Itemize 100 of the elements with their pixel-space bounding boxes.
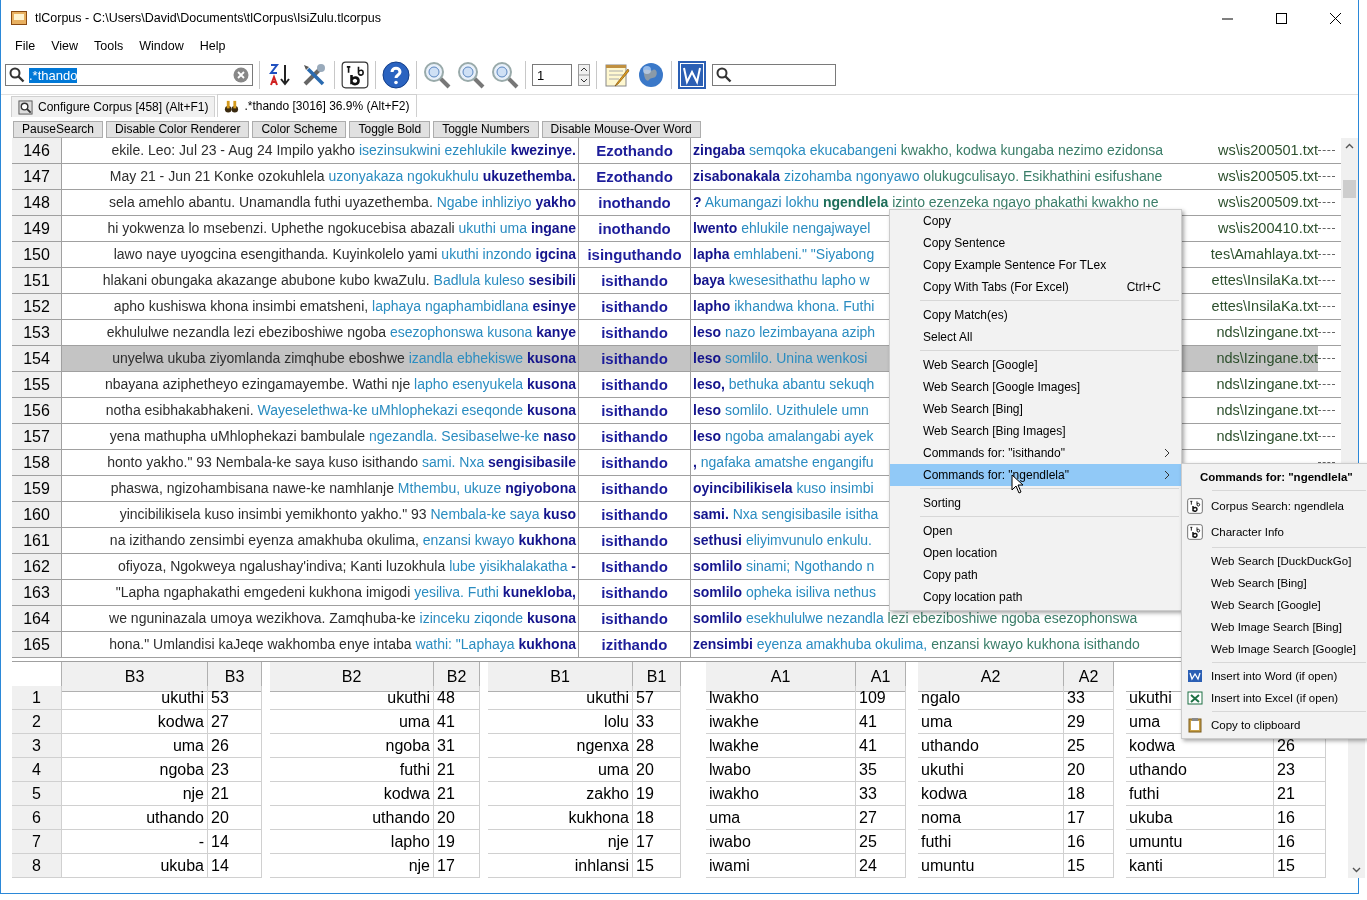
abc-icon xyxy=(1187,524,1203,540)
toolbar-button[interactable]: Toggle Numbers xyxy=(433,121,539,138)
word-icon xyxy=(1187,668,1203,684)
search-field[interactable]: .*thando xyxy=(5,64,253,86)
menu-item[interactable]: File xyxy=(7,39,44,53)
tab[interactable]: Configure Corpus [458] (Alt+F1) xyxy=(11,96,216,117)
table-cell: 16 xyxy=(1274,830,1326,854)
close-icon xyxy=(1329,12,1341,24)
left-context[interactable]: na izithando zensimbi eyenza amakhuba okulima, enzansi kwayo kukhona xyxy=(62,528,578,553)
file-path: ws\is200505.txt xyxy=(1217,167,1318,186)
column-header[interactable]: A1 xyxy=(706,662,856,692)
left-context[interactable]: sela amehlo abantu. Unamandla futhi uyazethemba. Ngabe inhliziyo yakho xyxy=(62,190,578,215)
toolbar-button[interactable]: Toggle Bold xyxy=(349,121,431,138)
table-cell: uthando xyxy=(62,806,208,830)
left-context[interactable]: yena mathupha uMhlophekazi bambulale ngezandla. Sesibaselwe-ke naso xyxy=(62,424,578,449)
line-number: 154 xyxy=(12,346,62,371)
zoom-out-icon[interactable] xyxy=(491,61,519,89)
keyword-cell: Isithando xyxy=(578,554,690,579)
table-cell: nje xyxy=(62,782,208,806)
toolbar-button[interactable]: Disable Color Renderer xyxy=(106,121,250,138)
left-context[interactable]: hona." Umlandisi kaJeqe wakhomba enye intaba wathi: "Laphaya kukhona xyxy=(62,632,578,657)
left-context[interactable]: notha esibhakabhakeni. Wayeselethwa-ke uMhlophekazi eseqonde kusona xyxy=(62,398,578,423)
column-header[interactable]: B2 xyxy=(270,662,434,692)
table-cell: ukuthi xyxy=(488,686,633,710)
globe-icon[interactable] xyxy=(637,61,665,89)
table-cell: 33 xyxy=(1064,686,1114,710)
zoom-in-icon[interactable] xyxy=(457,61,485,89)
zoom-level-field[interactable]: 1 xyxy=(532,64,572,86)
menu-item[interactable]: Insert into Word (if open) xyxy=(1182,665,1367,687)
left-context[interactable]: phaswa, ngizohambisana nawe-ke namhlanje Mthembu, ukuze ngiyobona xyxy=(62,476,578,501)
column-header[interactable]: B1 xyxy=(633,662,681,692)
zoom-reset-icon[interactable] xyxy=(423,61,451,89)
left-context[interactable]: hlakani obungaka akazange abubone kubo kwaZulu. Badlula kuleso sesibili xyxy=(62,268,578,293)
column-header[interactable]: A2 xyxy=(1064,662,1114,692)
table-cell: 19 xyxy=(434,830,480,854)
line-number: 151 xyxy=(12,268,62,293)
file-path: ws\is200509.txt xyxy=(1217,193,1318,212)
menu-item[interactable]: Select All xyxy=(890,326,1181,348)
notepad-icon[interactable] xyxy=(603,61,631,89)
left-context[interactable]: "Lapha ngaphakathi emgedeni kukhona imigodi yesiliva. Futhi kunekloba, xyxy=(62,580,578,605)
left-context[interactable]: hi yokwenza lo msebenzi. Uphethe ngokucebisa abazali ukuthi uma ingane xyxy=(62,216,578,241)
column-header[interactable]: B3 xyxy=(208,662,262,692)
column-header[interactable]: B1 xyxy=(488,662,633,692)
file-path: ws\is200501.txt xyxy=(1217,141,1318,160)
left-context[interactable]: ekile. Leo: Jul 23 - Aug 24 Impilo yakho isezinsukwini ezehlukile kwezinye. xyxy=(62,138,578,163)
menu-item[interactable]: Web Search [Bing] xyxy=(890,398,1181,420)
file-path: nds\Izingane.txt xyxy=(1215,375,1318,394)
table-cell: nje xyxy=(488,830,633,854)
table-cell: 17 xyxy=(633,830,681,854)
left-context[interactable]: lawo naye uyogcina esengithanda. Kuyinkolelo yami ukuthi inzondo igcina xyxy=(62,242,578,267)
line-number: 162 xyxy=(12,554,62,579)
column-header[interactable]: A2 xyxy=(918,662,1064,692)
left-context[interactable]: yincibilikisela kuso insimbi yemikhonto yakho." 93 Nembala-ke saya kuso xyxy=(62,502,578,527)
toolbar-button[interactable]: Disable Mouse-Over Word xyxy=(541,121,701,138)
help-icon[interactable] xyxy=(382,61,410,89)
table-cell: 16 xyxy=(1064,830,1114,854)
menu-item[interactable]: View xyxy=(43,39,87,53)
menu-item[interactable]: Window xyxy=(131,39,192,53)
menu-item[interactable]: Web Search [Google Images] xyxy=(890,376,1181,398)
toolbar-button[interactable]: PauseSearch xyxy=(13,121,104,138)
left-context[interactable]: May 21 - Jun 21 Konke ozokuhlela uzonyakaza ngokukhulu ukuzethemba. xyxy=(62,164,578,189)
left-context[interactable]: apho kushiswa khona insimbi ematsheni, laphaya ngaphambidlana esinye xyxy=(62,294,578,319)
table-cell: 41 xyxy=(856,734,906,758)
table-cell: 33 xyxy=(856,782,906,806)
left-context[interactable]: unyelwa ukuba ziyomlanda zimqhube eboshwe izandla ebhekiswe kusona xyxy=(62,346,578,371)
keyword-cell: isithando xyxy=(578,606,690,631)
row-header: 5 xyxy=(12,782,62,806)
spinner-arrows-icon[interactable] xyxy=(578,64,590,86)
toolbar-button[interactable]: Color Scheme xyxy=(252,121,347,138)
line-number: 152 xyxy=(12,294,62,319)
clear-icon[interactable] xyxy=(233,67,249,83)
left-context[interactable]: ekhululwe nezandla lezi ebeziboshiwe ngoba esezophonswa kusona kanye xyxy=(62,320,578,345)
table-cell: iwami xyxy=(706,854,856,878)
search-field[interactable] xyxy=(712,64,836,86)
right-context: zingaba semqoka ekucabangeni kwakho, kodwa kungaba nezimo ezidonsa xyxy=(690,138,1205,163)
line-number: 157 xyxy=(12,424,62,449)
left-context[interactable]: ofiyoza, Ngokweya ngalushay'indiva; Kanti luzokhula lube yisikhalakatha - xyxy=(62,554,578,579)
table-cell: kanti xyxy=(1126,854,1274,878)
menu-item[interactable]: Tools xyxy=(86,39,132,53)
table-cell: futhi xyxy=(270,758,434,782)
column-header[interactable]: B3 xyxy=(62,662,208,692)
menu-item[interactable]: Commands for: "ngendlela" xyxy=(890,464,1181,486)
table-cell: 24 xyxy=(856,854,906,878)
row-header: 6 xyxy=(12,806,62,830)
line-number: 147 xyxy=(12,164,62,189)
line-number: 156 xyxy=(12,398,62,423)
menu-item[interactable]: Copy location path xyxy=(890,586,1181,608)
column-header[interactable]: B2 xyxy=(434,662,480,692)
scroll-thumb[interactable] xyxy=(1343,180,1356,198)
left-context[interactable]: honto yakho." 93 Nembala-ke saya kuso isithando sami. Nxa sengisibasile xyxy=(62,450,578,475)
column-header[interactable]: A1 xyxy=(856,662,906,692)
left-context[interactable]: nbayana aziphetheyo ezingamayembe. Wathi nje lapho esenyukela kusona xyxy=(62,372,578,397)
left-context[interactable]: we nguninazala umoya wezikhova. Zamqhuba-ke izinceku ziqonde kusona xyxy=(62,606,578,631)
table-cell: kukhona xyxy=(488,806,633,830)
table-cell: uma xyxy=(270,710,434,734)
abc-icon[interactable] xyxy=(341,61,369,89)
tab[interactable]: .*thando [3016] 36.9% (Alt+F2) xyxy=(217,94,417,117)
menu-item[interactable]: Help xyxy=(191,39,234,53)
app-icon xyxy=(11,11,27,25)
word-icon[interactable] xyxy=(678,61,706,89)
